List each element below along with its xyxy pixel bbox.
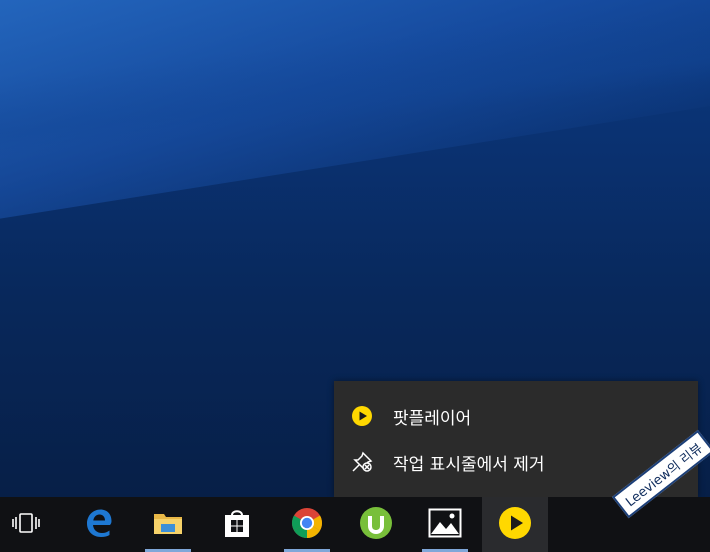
- task-view-icon: [11, 512, 41, 538]
- menu-item-unpin-label: 작업 표시줄에서 제거: [393, 454, 545, 475]
- file-explorer-taskbar-button[interactable]: [135, 497, 201, 552]
- edge-taskbar-button[interactable]: [66, 497, 132, 552]
- store-taskbar-button[interactable]: [204, 497, 270, 552]
- utorrent-icon: [359, 506, 393, 544]
- potplayer-icon: [498, 506, 532, 544]
- potplayer-icon: [351, 405, 373, 427]
- photos-icon: [428, 508, 462, 542]
- unpin-icon: [351, 451, 373, 473]
- folder-icon: [152, 509, 184, 541]
- taskbar: [0, 497, 710, 552]
- store-icon: [222, 507, 252, 543]
- utorrent-taskbar-button[interactable]: [343, 497, 409, 552]
- menu-item-potplayer[interactable]: 팟플레이어: [334, 393, 698, 439]
- menu-item-potplayer-label: 팟플레이어: [393, 408, 472, 429]
- chrome-icon: [291, 507, 323, 543]
- potplayer-taskbar-button[interactable]: [482, 497, 548, 552]
- task-view-button[interactable]: [0, 497, 52, 552]
- photos-taskbar-button[interactable]: [412, 497, 478, 552]
- chrome-taskbar-button[interactable]: [274, 497, 340, 552]
- edge-icon: [84, 508, 114, 542]
